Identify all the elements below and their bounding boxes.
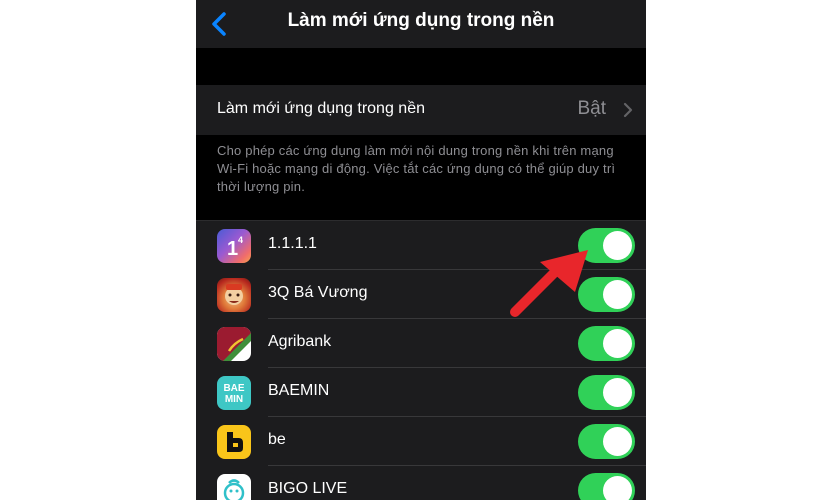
chevron-right-icon xyxy=(623,102,633,118)
setting-label: Làm mới ứng dụng trong nền xyxy=(217,100,425,117)
app-name: be xyxy=(268,431,286,448)
toggle-bigo-live[interactable] xyxy=(578,473,635,500)
list-item-bigo-live: BIGO LIVE xyxy=(196,466,646,500)
app-1111-logo-sup: 4 xyxy=(238,235,243,245)
svg-text:MIN: MIN xyxy=(225,394,243,405)
app-1111-logo-text: 1 xyxy=(227,238,238,260)
app-name: Agribank xyxy=(268,333,332,350)
app-name: BIGO LIVE xyxy=(268,480,348,497)
app-1111-icon: 1 4 xyxy=(217,229,251,263)
app-name: BAEMIN xyxy=(268,382,330,399)
phone-screen: Làm mới ứng dụng trong nền Làm mới ứng d… xyxy=(196,0,646,500)
app-baemin-logo-text: BAE xyxy=(223,383,244,394)
app-name: 1.1.1.1 xyxy=(268,235,317,252)
setting-value: Bật xyxy=(577,98,606,119)
toggle-be[interactable] xyxy=(578,424,635,459)
toggle-1111[interactable] xyxy=(578,228,635,263)
app-baemin-icon: BAE MIN xyxy=(217,376,251,410)
list-item-baemin: BAE MIN BAEMIN xyxy=(196,368,646,417)
toggle-3q-ba-vuong[interactable] xyxy=(578,277,635,312)
navigation-bar: Làm mới ứng dụng trong nền xyxy=(196,0,646,48)
list-item-1111: 1 4 1.1.1.1 xyxy=(196,221,646,270)
page-title: Làm mới ứng dụng trong nền xyxy=(287,10,555,31)
app-list: 1 4 1.1.1.1 3Q Bá Vương Agribank BAE MIN… xyxy=(196,220,646,500)
background-refresh-setting-row[interactable]: Làm mới ứng dụng trong nền Bật xyxy=(196,85,646,135)
app-bigo-live-icon xyxy=(217,474,251,500)
list-item-3q-ba-vuong: 3Q Bá Vương xyxy=(196,270,646,319)
toggle-baemin[interactable] xyxy=(578,375,635,410)
app-name: 3Q Bá Vương xyxy=(268,284,368,301)
list-item-be: be xyxy=(196,417,646,466)
list-item-agribank: Agribank xyxy=(196,319,646,368)
app-3q-icon xyxy=(217,278,251,312)
app-be-icon xyxy=(217,425,251,459)
setting-description: Cho phép các ứng dụng làm mới nội dung t… xyxy=(217,143,616,194)
toggle-agribank[interactable] xyxy=(578,326,635,361)
app-agribank-icon xyxy=(217,327,251,361)
